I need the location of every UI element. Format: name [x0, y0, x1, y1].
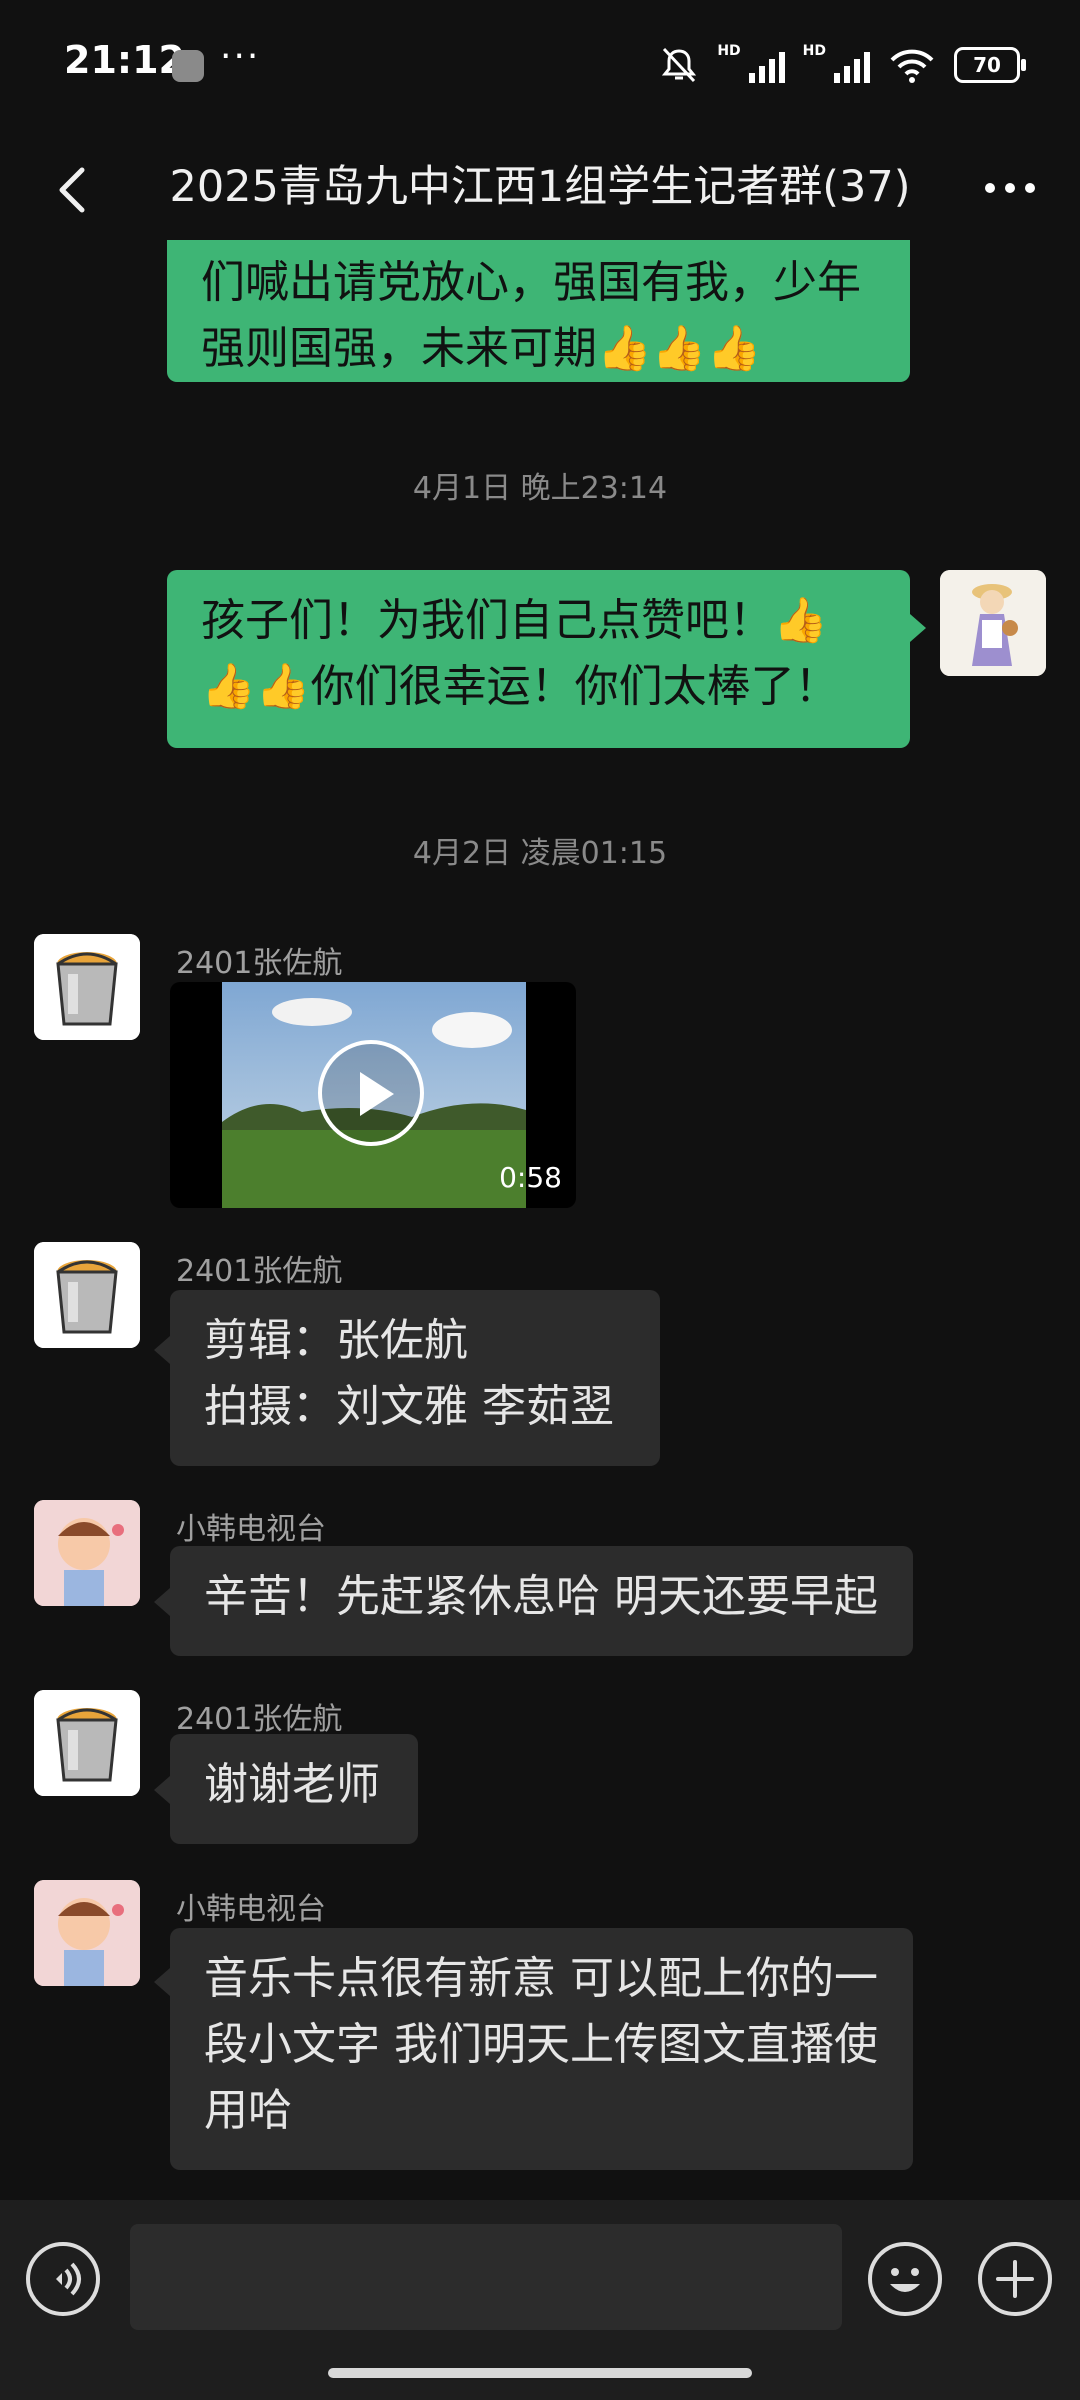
more-button[interactable]	[970, 148, 1050, 228]
message-bubble-other[interactable]: 谢谢老师	[170, 1734, 418, 1844]
time-separator: 4月1日 晚上23:14	[412, 471, 668, 506]
emoji-button[interactable]	[868, 2242, 942, 2316]
avatar-self[interactable]	[940, 570, 1046, 676]
video-duration: 0:58	[499, 1161, 562, 1194]
signal-icon-2	[834, 47, 870, 83]
message-line: 段小文字 我们明天上传图文直播使	[204, 2019, 878, 2070]
message-line: 辛苦！先赶紧休息哈 明天还要早起	[204, 1571, 878, 1622]
status-time: 21:12	[64, 38, 185, 82]
sender-name: 2401张佐航	[176, 1702, 343, 1737]
message-line: 孩子们！为我们自己点赞吧！👍	[201, 595, 828, 646]
cartoon-face-avatar-icon	[34, 1880, 140, 1986]
status-overflow: ···	[220, 36, 261, 77]
message-bubble-self[interactable]: 们喊出请党放心，强国有我，少年 强则国强，未来可期👍👍👍	[167, 240, 910, 382]
plus-button[interactable]	[978, 2242, 1052, 2316]
avatar-zhangzuohang[interactable]	[34, 1242, 140, 1348]
chat-messages[interactable]: 们喊出请党放心，强国有我，少年 强则国强，未来可期👍👍👍 4月1日 晚上23:1…	[0, 240, 1080, 2200]
message-line: 谢谢老师	[204, 1759, 380, 1810]
time-separator: 4月2日 凌晨01:15	[412, 836, 668, 871]
home-indicator[interactable]	[328, 2368, 752, 2378]
bubble-tail	[154, 1588, 170, 1616]
battery-icon: 70	[954, 47, 1026, 83]
message-line: 们喊出请党放心，强国有我，少年	[201, 257, 861, 308]
signal-icon	[748, 47, 785, 83]
mute-bell-icon	[662, 47, 697, 83]
app-notification-icon	[172, 50, 204, 82]
input-bar	[0, 2200, 1080, 2400]
play-icon[interactable]	[318, 1040, 424, 1146]
hd-label-1: HD	[717, 43, 741, 59]
video-message[interactable]: 0:58	[170, 982, 576, 1208]
bubble-tail	[154, 1968, 170, 1996]
plus-icon	[996, 2260, 1034, 2298]
bubble-tail	[910, 614, 926, 642]
message-line: 👍👍你们很幸运！你们太棒了！	[201, 661, 839, 712]
message-line: 剪辑：张佐航	[204, 1315, 468, 1366]
message-input[interactable]	[130, 2224, 842, 2330]
bubble-tail	[154, 1776, 170, 1804]
message-bubble-other[interactable]: 音乐卡点很有新意 可以配上你的一 段小文字 我们明天上传图文直播使 用哈	[170, 1928, 913, 2170]
emoji-icon	[890, 2268, 920, 2292]
message-line: 音乐卡点很有新意 可以配上你的一	[204, 1953, 878, 2004]
message-bubble-self[interactable]: 孩子们！为我们自己点赞吧！👍 👍👍你们很幸运！你们太棒了！	[167, 570, 910, 748]
battery-level: 70	[973, 53, 1001, 77]
avatar-zhangzuohang[interactable]	[34, 934, 140, 1040]
avatar-xiaohan-tv[interactable]	[34, 1500, 140, 1606]
message-line: 拍摄：刘文雅 李茹翌	[204, 1381, 614, 1432]
bucket-avatar-icon	[34, 934, 140, 1040]
girl-avatar-icon	[940, 570, 1046, 676]
voice-icon	[56, 2262, 81, 2296]
sender-name: 小韩电视台	[176, 1892, 326, 1927]
message-line: 用哈	[204, 2085, 292, 2136]
avatar-xiaohan-tv[interactable]	[34, 1880, 140, 1986]
chat-header: 2025青岛九中江西1组学生记者群(37)	[0, 130, 1080, 240]
bubble-tail	[154, 1336, 170, 1364]
message-line: 强则国强，未来可期👍👍👍	[201, 323, 762, 374]
more-dots-icon	[985, 183, 995, 193]
status-bar: 21:12 ··· HD HD 70	[0, 0, 1080, 130]
chat-title: 2025青岛九中江西1组学生记者群(37)	[169, 162, 911, 212]
status-right-icons: HD HD 70	[659, 40, 1026, 90]
message-bubble-other[interactable]: 辛苦！先赶紧休息哈 明天还要早起	[170, 1546, 913, 1656]
avatar-zhangzuohang[interactable]	[34, 1690, 140, 1796]
bucket-avatar-icon	[34, 1690, 140, 1796]
voice-button[interactable]	[26, 2242, 100, 2316]
back-arrow-icon	[59, 167, 85, 213]
sender-name: 2401张佐航	[176, 946, 343, 981]
bucket-avatar-icon	[34, 1242, 140, 1348]
message-bubble-other[interactable]: 剪辑：张佐航 拍摄：刘文雅 李茹翌	[170, 1290, 660, 1466]
wifi-icon	[890, 49, 934, 83]
sender-name: 小韩电视台	[176, 1512, 326, 1547]
cartoon-face-avatar-icon	[34, 1500, 140, 1606]
sender-name: 2401张佐航	[176, 1254, 343, 1289]
back-button[interactable]	[40, 148, 120, 228]
hd-label-2: HD	[802, 43, 826, 59]
